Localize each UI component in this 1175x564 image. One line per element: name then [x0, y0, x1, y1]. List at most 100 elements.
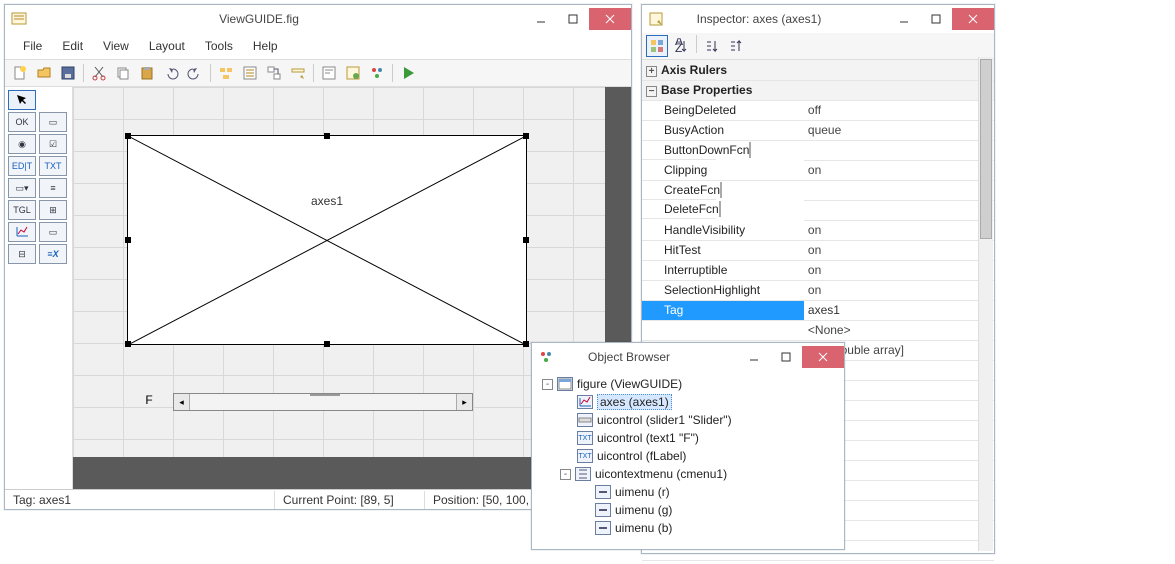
slider-component[interactable]: ◂▸ — [173, 393, 473, 411]
buttongroup-tool[interactable]: ⊟ — [8, 244, 36, 264]
scrollbar[interactable] — [978, 57, 993, 551]
tree-item[interactable]: -uicontextmenu (cmenu1) — [538, 465, 838, 483]
alphabetize-icon[interactable]: AZ — [670, 35, 692, 57]
edit-function-icon[interactable] — [719, 201, 721, 217]
property-value[interactable]: <None> — [804, 320, 994, 340]
table-tool[interactable]: ⊞ — [39, 200, 67, 220]
menu-tools[interactable]: Tools — [197, 37, 241, 55]
section-axis-rulers[interactable]: Axis Rulers — [661, 63, 727, 77]
property-value[interactable] — [804, 200, 994, 220]
expand-icon[interactable] — [701, 35, 723, 57]
tree-item[interactable]: uimenu (b) — [538, 519, 838, 537]
copy-icon[interactable] — [112, 62, 134, 84]
tree-item[interactable]: uicontrol (slider1 "Slider") — [538, 411, 838, 429]
tree-item-label: axes (axes1) — [597, 394, 672, 410]
close-button[interactable] — [802, 346, 844, 368]
property-row[interactable]: HitTeston — [642, 240, 994, 260]
property-value[interactable] — [804, 140, 994, 160]
fig-icon — [557, 377, 573, 391]
open-icon[interactable] — [33, 62, 55, 84]
axes-component[interactable]: axes1 — [127, 135, 527, 345]
edit-tool[interactable]: ED|T — [8, 156, 36, 176]
property-value[interactable]: on — [804, 220, 994, 240]
property-row[interactable]: BusyActionqueue — [642, 120, 994, 140]
run-icon[interactable] — [397, 62, 419, 84]
browser-icon[interactable] — [366, 62, 388, 84]
property-value[interactable]: on — [804, 280, 994, 300]
menu-file[interactable]: File — [15, 37, 50, 55]
property-row[interactable]: HandleVisibilityon — [642, 220, 994, 240]
tree-item[interactable]: -figure (ViewGUIDE) — [538, 375, 838, 393]
property-row[interactable]: CreateFcn — [642, 180, 994, 200]
tree-item[interactable]: uimenu (g) — [538, 501, 838, 519]
tree-item[interactable]: TXTuicontrol (fLabel) — [538, 447, 838, 465]
menu-view[interactable]: View — [95, 37, 137, 55]
property-name: DeleteFcn — [642, 200, 716, 219]
property-row[interactable]: DeleteFcn — [642, 200, 994, 220]
redo-icon[interactable] — [184, 62, 206, 84]
axes-tool[interactable] — [8, 222, 36, 242]
property-value[interactable]: on — [804, 160, 994, 180]
expand-toggle[interactable]: - — [560, 469, 571, 480]
panel-tool[interactable]: ▭ — [39, 222, 67, 242]
property-row[interactable]: SelectionHighlighton — [642, 280, 994, 300]
minimize-button[interactable] — [525, 8, 557, 30]
collapse-icon[interactable] — [725, 35, 747, 57]
property-value[interactable]: queue — [804, 120, 994, 140]
tree-item[interactable]: uimenu (r) — [538, 483, 838, 501]
radiobutton-tool[interactable]: ◉ — [8, 134, 36, 154]
new-icon[interactable] — [9, 62, 31, 84]
property-value[interactable]: axes1 — [804, 300, 994, 320]
edit-function-icon[interactable] — [749, 142, 751, 158]
property-value[interactable]: on — [804, 240, 994, 260]
expand-toggle[interactable]: − — [646, 86, 657, 97]
tree-item-label: uicontrol (slider1 "Slider") — [597, 413, 732, 427]
property-row[interactable]: Tagaxes1 — [642, 300, 994, 320]
edit-function-icon[interactable] — [720, 182, 722, 198]
property-value[interactable]: off — [804, 100, 994, 120]
maximize-button[interactable] — [920, 8, 952, 30]
property-row[interactable]: BeingDeletedoff — [642, 100, 994, 120]
expand-toggle[interactable]: - — [542, 379, 553, 390]
property-value[interactable] — [804, 180, 994, 200]
activex-tool[interactable]: ≡X — [39, 244, 67, 264]
listbox-tool[interactable]: ≡ — [39, 178, 67, 198]
toggle-tool[interactable]: TGL — [8, 200, 36, 220]
save-icon[interactable] — [57, 62, 79, 84]
maximize-button[interactable] — [770, 346, 802, 368]
tree-item[interactable]: TXTuicontrol (text1 "F") — [538, 429, 838, 447]
undo-icon[interactable] — [160, 62, 182, 84]
tree-item[interactable]: axes (axes1) — [538, 393, 838, 411]
slider-tool[interactable]: ▭ — [39, 112, 67, 132]
align-icon[interactable] — [215, 62, 237, 84]
property-row[interactable]: <None> — [642, 320, 994, 340]
categorize-icon[interactable] — [646, 35, 668, 57]
menu-editor-icon[interactable] — [239, 62, 261, 84]
checkbox-tool[interactable]: ☑ — [39, 134, 67, 154]
close-button[interactable] — [589, 8, 631, 30]
minimize-button[interactable] — [738, 346, 770, 368]
text-tool[interactable]: TXT — [39, 156, 67, 176]
paste-icon[interactable] — [136, 62, 158, 84]
section-base-properties[interactable]: Base Properties — [661, 83, 752, 97]
menu-edit[interactable]: Edit — [54, 37, 91, 55]
toolbar-editor-icon[interactable] — [287, 62, 309, 84]
tab-order-icon[interactable] — [263, 62, 285, 84]
close-button[interactable] — [952, 8, 994, 30]
property-value[interactable]: on — [804, 260, 994, 280]
menu-help[interactable]: Help — [245, 37, 286, 55]
maximize-button[interactable] — [557, 8, 589, 30]
property-row[interactable]: Clippingon — [642, 160, 994, 180]
editor-icon[interactable] — [318, 62, 340, 84]
property-row[interactable]: ButtonDownFcn — [642, 140, 994, 160]
pushbutton-tool[interactable]: OK — [8, 112, 36, 132]
inspector-icon[interactable] — [342, 62, 364, 84]
minimize-button[interactable] — [888, 8, 920, 30]
select-tool[interactable] — [8, 90, 36, 110]
text-f-component[interactable]: F — [129, 393, 169, 407]
menu-layout[interactable]: Layout — [141, 37, 193, 55]
expand-toggle[interactable]: + — [646, 66, 657, 77]
popup-tool[interactable]: ▭▾ — [8, 178, 36, 198]
cut-icon[interactable] — [88, 62, 110, 84]
property-row[interactable]: Interruptibleon — [642, 260, 994, 280]
